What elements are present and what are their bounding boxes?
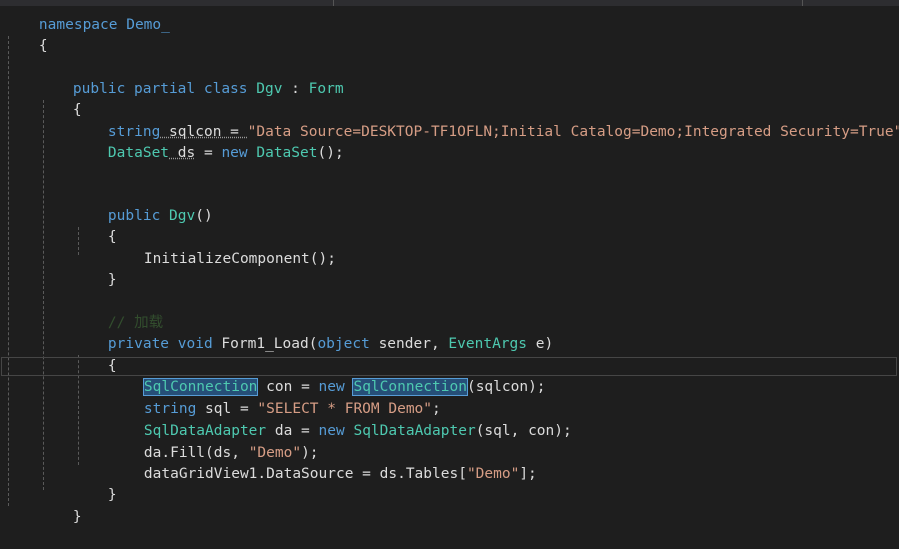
code-line: public Dgv() [73, 185, 899, 224]
code-line: public partial class Dgv : Form [38, 58, 899, 97]
code-line: SqlDataAdapter da = new SqlDataAdapter(s… [109, 400, 899, 439]
code-line: string sqlcon = "Data Source=DESKTOP-TF1… [73, 101, 899, 140]
code-line: // 加载 [73, 292, 899, 331]
code-line[interactable]: SqlConnection con = new SqlConnection(sq… [109, 356, 899, 396]
code-line: } [73, 464, 899, 503]
type-name: DataSet [247, 145, 318, 161]
code-line: { [73, 206, 899, 245]
field-name: ds [169, 145, 196, 161]
code-line: dataGridView1.DataSource = ds.Tables["De… [109, 443, 899, 482]
indent-guide [8, 36, 9, 506]
code-line: } [73, 249, 899, 288]
call-end: (); [317, 145, 344, 161]
code-line: da.Fill(ds, "Demo"); [109, 422, 899, 461]
code-line: { [4, 15, 899, 54]
code-line: DataSet ds = new DataSet(); [73, 122, 899, 161]
code-line: InitializeComponent(); [109, 228, 899, 267]
code-line: { [73, 335, 899, 374]
brace: } [72, 509, 82, 525]
code-line: string sql = "SELECT * FROM Demo"; [109, 378, 899, 417]
new-keyword: new [221, 145, 248, 161]
code-line: { [38, 79, 899, 118]
operator: = [195, 145, 222, 161]
field-type: DataSet [107, 145, 170, 161]
indent-guide [43, 100, 44, 490]
code-line: private void Form1_Load(object sender, E… [73, 313, 899, 352]
brace: } [107, 272, 117, 288]
code-line: namespace Demo_ [4, 0, 899, 33]
code-line: } [38, 486, 899, 525]
brace: { [38, 38, 48, 54]
